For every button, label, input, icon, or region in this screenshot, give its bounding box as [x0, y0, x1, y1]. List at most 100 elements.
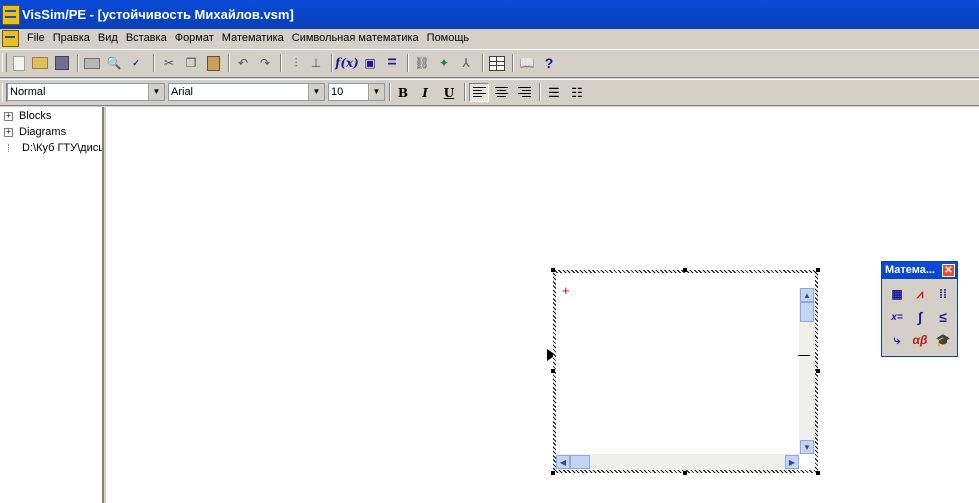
- evaluation-toolbar-button[interactable]: x=: [887, 307, 907, 327]
- output-connector[interactable]: [798, 355, 810, 356]
- embedded-document[interactable]: + ▲ ▼ ◀ ▶: [556, 273, 815, 470]
- tree-item-blocks[interactable]: + Blocks: [4, 108, 51, 124]
- horizontal-scroll-thumb[interactable]: [570, 455, 590, 469]
- close-icon[interactable]: ✕: [942, 264, 955, 277]
- style-value: Normal: [10, 86, 46, 98]
- align-center-icon: [494, 87, 508, 98]
- math-palette[interactable]: Матема... ✕ ▦ ⩘ ⁞⁞ x= ∫ ≤ ⤷ αβ 🎓: [881, 261, 958, 357]
- font-select[interactable]: Arial ▼: [168, 83, 325, 101]
- chevron-down-icon[interactable]: ▼: [368, 84, 384, 100]
- bullet-list-button[interactable]: ☰: [544, 83, 564, 102]
- programming-toolbar-button[interactable]: ⤷: [887, 330, 907, 350]
- expand-icon[interactable]: +: [4, 127, 13, 137]
- graph-toolbar-button[interactable]: ⩘: [910, 284, 930, 304]
- document-icon[interactable]: [2, 30, 19, 47]
- title-bar[interactable]: VisSim/PE - [устойчивость Михайлов.vsm]: [0, 0, 979, 29]
- undo-button[interactable]: ↶: [234, 54, 252, 72]
- resize-handle[interactable]: [816, 471, 820, 475]
- resize-handle[interactable]: [683, 471, 687, 475]
- save-button[interactable]: [53, 54, 71, 72]
- app-icon[interactable]: [2, 5, 20, 25]
- numbered-list-button[interactable]: ☷: [567, 83, 587, 102]
- insert-hyperlink-button[interactable]: ⛓: [413, 54, 431, 72]
- calculus-toolbar-button[interactable]: ∫: [910, 307, 930, 327]
- new-document-icon: [13, 55, 25, 71]
- print-preview-button[interactable]: 🔍: [105, 54, 123, 72]
- palette-title-bar[interactable]: Матема... ✕: [882, 262, 957, 279]
- project-tree[interactable]: + Blocks + Diagrams D:\Куб ГТУ\дисц: [0, 107, 104, 503]
- vertical-scroll-thumb[interactable]: [800, 302, 814, 322]
- tree-item-path[interactable]: D:\Куб ГТУ\дисц: [4, 140, 102, 156]
- help-button[interactable]: ?: [540, 54, 558, 72]
- insert-function-button[interactable]: f(x): [335, 54, 359, 72]
- menu-symbolic-math[interactable]: Символьная математика: [288, 31, 423, 45]
- horizontal-scrollbar[interactable]: ◀ ▶: [556, 454, 799, 470]
- resize-handle[interactable]: [683, 268, 687, 272]
- align-across-icon: ⫶: [294, 55, 298, 70]
- print-button[interactable]: [83, 54, 101, 72]
- menu-edit[interactable]: Правка: [49, 31, 94, 45]
- align-across-button[interactable]: ⫶: [287, 54, 305, 72]
- tree-icon: ⅄: [462, 56, 470, 70]
- toolbar-separator: [153, 54, 155, 72]
- tree-item-diagrams[interactable]: + Diagrams: [4, 124, 66, 140]
- bold-button[interactable]: B: [393, 83, 413, 102]
- resize-handle[interactable]: [551, 369, 555, 373]
- resize-handle[interactable]: [551, 268, 555, 272]
- greek-toolbar-button[interactable]: αβ: [910, 330, 930, 350]
- style-select[interactable]: Normal ▼: [7, 83, 165, 101]
- align-right-button[interactable]: [514, 83, 534, 102]
- menu-insert[interactable]: Вставка: [122, 31, 171, 45]
- matrix-toolbar-button[interactable]: ⁞⁞: [933, 284, 953, 304]
- align-left-button[interactable]: [469, 83, 489, 102]
- boolean-toolbar-button[interactable]: ≤: [933, 307, 953, 327]
- palette-title: Матема...: [885, 264, 936, 276]
- toolbar-separator: [228, 54, 230, 72]
- open-button[interactable]: [31, 54, 49, 72]
- resource-center-button[interactable]: [488, 54, 506, 72]
- cut-button[interactable]: ✂: [160, 54, 178, 72]
- run-script-button[interactable]: ⅄: [457, 54, 475, 72]
- resize-handle[interactable]: [816, 369, 820, 373]
- copy-button[interactable]: ❐: [182, 54, 200, 72]
- menu-help[interactable]: Помощь: [423, 31, 474, 45]
- calculate-button[interactable]: =: [383, 54, 401, 72]
- expand-icon[interactable]: +: [4, 111, 13, 121]
- menu-view[interactable]: Вид: [94, 31, 122, 45]
- align-down-button[interactable]: ⊥: [307, 54, 325, 72]
- paste-button[interactable]: [204, 54, 222, 72]
- resize-handle[interactable]: [816, 268, 820, 272]
- menu-math[interactable]: Математика: [218, 31, 288, 45]
- scroll-up-button[interactable]: ▲: [800, 288, 814, 302]
- new-button[interactable]: [10, 54, 28, 72]
- disk-icon: [55, 56, 69, 70]
- spellcheck-icon: ✓: [132, 57, 140, 68]
- calculator-icon: ▦: [891, 287, 903, 301]
- insert-unit-button[interactable]: ▣: [361, 54, 379, 72]
- redo-button[interactable]: ↷: [256, 54, 274, 72]
- diagram-workspace[interactable]: [106, 107, 979, 503]
- calculator-toolbar-button[interactable]: ▦: [887, 284, 907, 304]
- chevron-down-icon[interactable]: ▼: [148, 84, 164, 100]
- toolbar-separator: [539, 83, 541, 101]
- resource-button[interactable]: 📖: [518, 54, 536, 72]
- programming-icon: ⤷: [893, 332, 901, 347]
- component-wizard-button[interactable]: ✦: [435, 54, 453, 72]
- scroll-left-button[interactable]: ◀: [556, 455, 570, 469]
- menu-format[interactable]: Формат: [171, 31, 218, 45]
- scroll-down-button[interactable]: ▼: [800, 440, 814, 454]
- italic-button[interactable]: I: [415, 83, 435, 102]
- align-center-button[interactable]: [491, 83, 511, 102]
- toolbar-grip[interactable]: [2, 53, 7, 72]
- resize-handle[interactable]: [551, 471, 555, 475]
- font-size-select[interactable]: 10 ▼: [328, 83, 385, 101]
- spellcheck-button[interactable]: ✓: [127, 54, 145, 72]
- embedded-math-block[interactable]: + ▲ ▼ ◀ ▶: [551, 268, 820, 475]
- menu-file[interactable]: File: [23, 31, 49, 45]
- scroll-right-button[interactable]: ▶: [785, 455, 799, 469]
- underline-button[interactable]: U: [439, 83, 459, 102]
- toolbar-separator: [389, 83, 391, 101]
- chevron-down-icon[interactable]: ▼: [308, 84, 324, 100]
- symbolic-toolbar-button[interactable]: 🎓: [933, 330, 953, 350]
- vertical-scrollbar[interactable]: ▲ ▼: [799, 288, 815, 454]
